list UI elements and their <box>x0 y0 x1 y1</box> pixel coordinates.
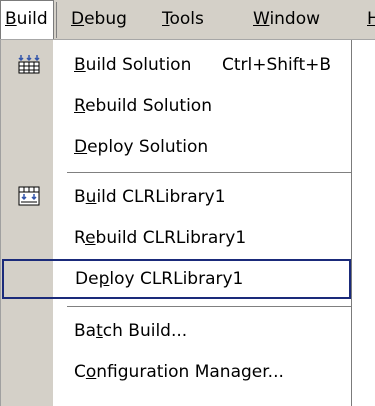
menu-help[interactable]: H <box>367 0 375 39</box>
build-dropdown-menu: Build Solution Ctrl+Shift+B Rebuild Solu… <box>0 40 352 406</box>
menu-item-label: Batch Build... <box>74 321 188 341</box>
build-solution-icon <box>18 55 40 74</box>
menu-item-rebuild-project[interactable]: Rebuild CLRLibrary1 <box>1 218 351 258</box>
menu-item-batch-build[interactable]: Batch Build... <box>1 311 351 351</box>
menu-debug[interactable]: Debug <box>71 0 127 39</box>
menu-item-label: Build CLRLibrary1 <box>74 187 226 207</box>
menu-separator <box>67 172 351 173</box>
menu-item-label: Configuration Manager... <box>74 362 284 382</box>
menu-separator <box>67 306 351 307</box>
menu-item-deploy-project[interactable]: Deploy CLRLibrary1 <box>2 259 351 299</box>
menu-item-build-solution[interactable]: Build Solution Ctrl+Shift+B <box>1 45 351 85</box>
menu-item-configuration-manager[interactable]: Configuration Manager... <box>1 352 351 392</box>
menu-item-label: Deploy CLRLibrary1 <box>75 269 244 289</box>
menu-item-shortcut: Ctrl+Shift+B <box>222 55 332 75</box>
menu-window[interactable]: Window <box>253 0 320 39</box>
menu-item-label: Build Solution <box>74 55 192 75</box>
menu-bar: Build Debug Tools Window H <box>0 0 375 40</box>
menu-tools[interactable]: Tools <box>162 0 204 39</box>
menubar-separator <box>56 2 57 38</box>
menu-build[interactable]: Build <box>0 0 54 39</box>
menu-item-label: Rebuild Solution <box>74 96 212 116</box>
menu-item-rebuild-solution[interactable]: Rebuild Solution <box>1 86 351 126</box>
menu-item-label: Rebuild CLRLibrary1 <box>74 228 247 248</box>
menu-item-deploy-solution[interactable]: Deploy Solution <box>1 127 351 167</box>
menu-item-build-project[interactable]: Build CLRLibrary1 <box>1 177 351 217</box>
menu-item-label: Deploy Solution <box>74 137 209 157</box>
build-project-icon <box>18 186 40 206</box>
